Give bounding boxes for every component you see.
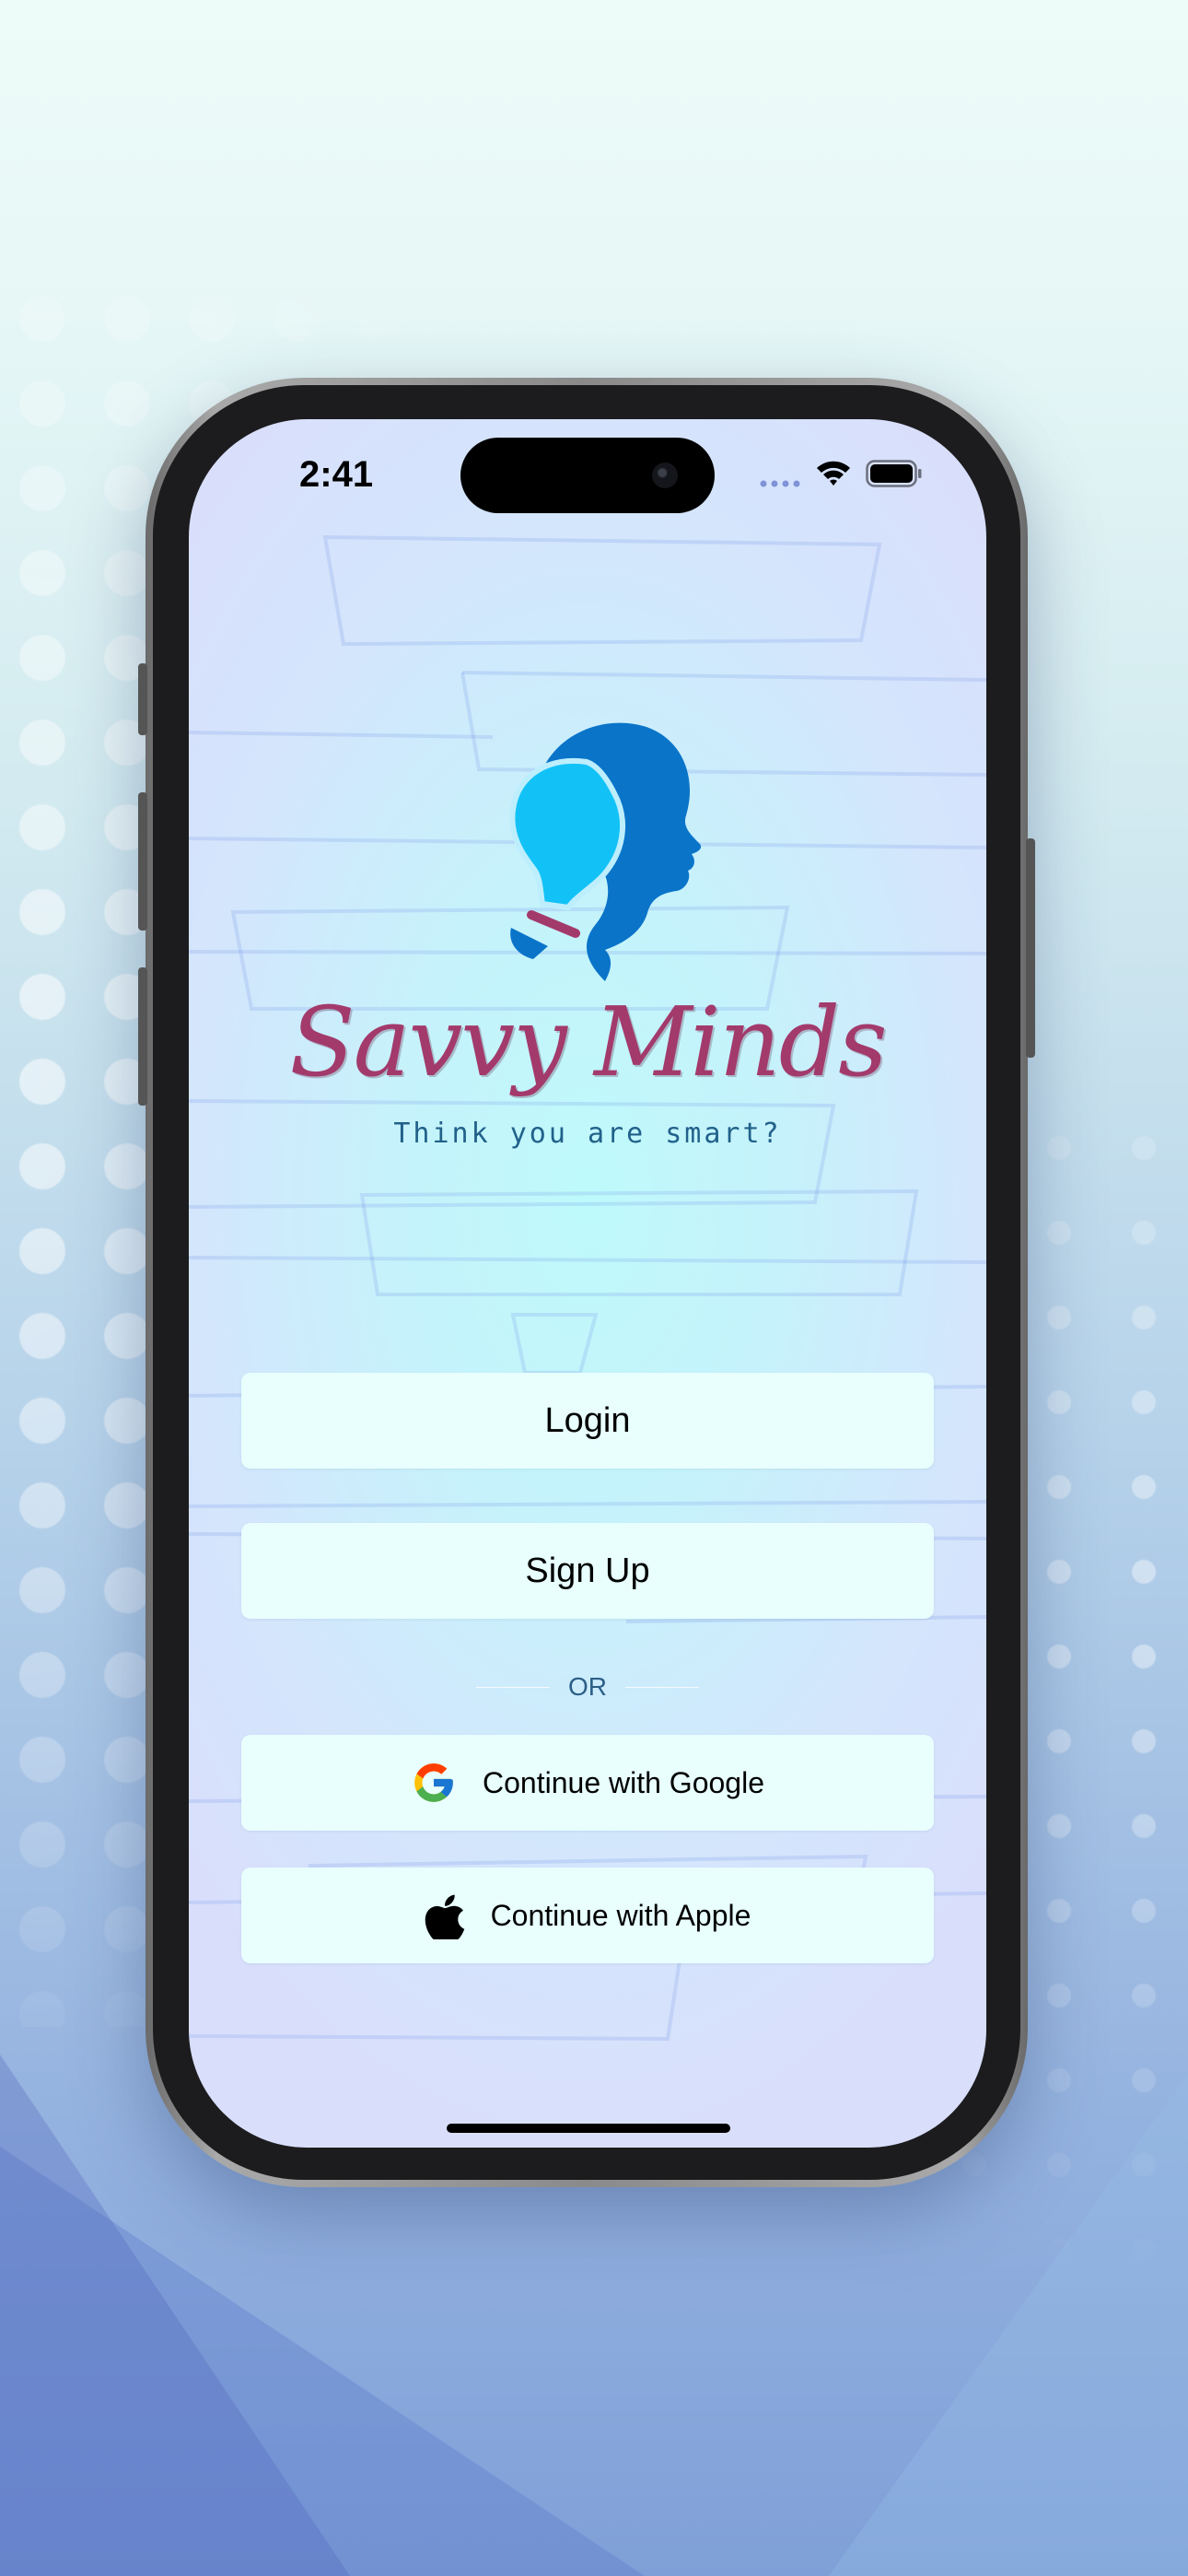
google-signin-button[interactable]: Continue with Google (241, 1735, 934, 1831)
apple-icon (425, 1891, 465, 1939)
wifi-icon (817, 461, 850, 486)
apple-signin-button[interactable]: Continue with Apple (241, 1868, 934, 1963)
google-icon (411, 1760, 457, 1806)
login-label: Login (544, 1400, 631, 1440)
home-indicator[interactable] (447, 2124, 730, 2133)
login-button[interactable]: Login (241, 1373, 934, 1469)
brand-tagline: Think you are smart? (393, 1118, 782, 1150)
volume-up-button (138, 792, 147, 931)
signup-label: Sign Up (525, 1551, 650, 1590)
status-bar: 2:41 (189, 419, 986, 530)
status-time: 2:41 (299, 454, 374, 495)
or-divider-line-right (625, 1686, 699, 1688)
app-screen: 2:41 Savvy Minds Think you are smart? Lo… (189, 419, 986, 2148)
volume-down-button (138, 967, 147, 1106)
brand-wordmark: Savvy Minds (289, 986, 887, 1098)
action-button (138, 663, 147, 735)
power-button (1026, 838, 1035, 1058)
battery-icon (866, 460, 922, 487)
camera-icon (652, 463, 678, 488)
signal-icon (760, 480, 800, 487)
google-label: Continue with Google (483, 1765, 764, 1799)
or-divider-line-left (476, 1686, 550, 1688)
dynamic-island (460, 438, 715, 513)
app-logo-icon (509, 722, 702, 981)
or-label: OR (568, 1672, 607, 1701)
or-divider: OR (189, 1672, 986, 1702)
signup-button[interactable]: Sign Up (241, 1523, 934, 1619)
apple-label: Continue with Apple (490, 1898, 751, 1932)
